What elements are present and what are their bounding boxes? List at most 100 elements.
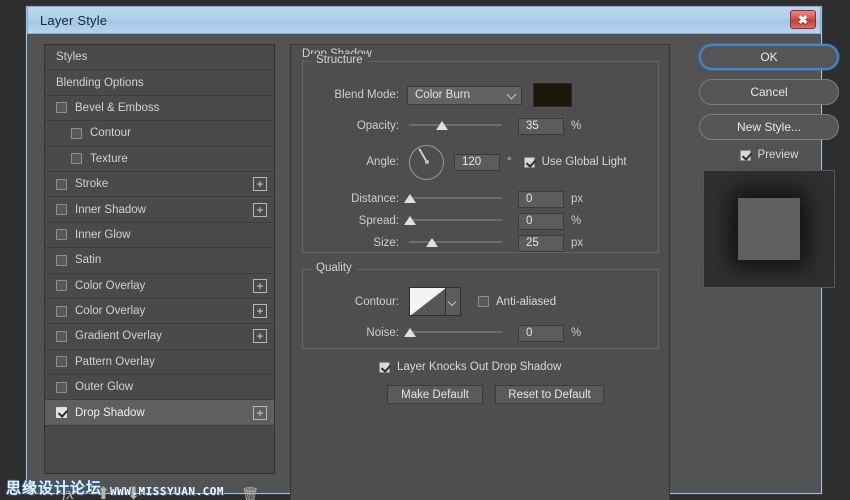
checkbox-icon[interactable] xyxy=(56,306,67,317)
distance-input[interactable]: 0 xyxy=(518,191,564,208)
style-list-item-label: Inner Glow xyxy=(75,229,131,241)
slider-thumb[interactable] xyxy=(436,121,448,130)
checkbox-icon[interactable] xyxy=(56,229,67,240)
preview-label: Preview xyxy=(758,149,799,161)
noise-input[interactable]: 0 xyxy=(518,325,564,342)
style-list-item[interactable]: Color Overlay+ xyxy=(45,299,274,324)
slider-track xyxy=(409,240,502,243)
style-list-item-label: Satin xyxy=(75,254,101,266)
checkbox-icon[interactable] xyxy=(56,204,67,215)
style-list-item-label: Texture xyxy=(90,153,128,165)
contour-thumbnail[interactable] xyxy=(409,287,446,316)
layer-style-dialog: Layer Style ✖ StylesBlending OptionsBeve… xyxy=(26,6,822,494)
reset-to-default-button[interactable]: Reset to Default xyxy=(495,385,604,404)
distance-row: Distance: 0 px xyxy=(313,190,649,208)
size-row: Size: 25 px xyxy=(313,234,649,252)
style-list-item[interactable]: Color Overlay+ xyxy=(45,274,274,299)
checkbox-icon[interactable] xyxy=(56,356,67,367)
style-list-item[interactable]: Blending Options xyxy=(45,70,274,95)
add-effect-icon[interactable]: + xyxy=(253,177,267,191)
distance-label: Distance: xyxy=(313,193,399,205)
make-default-button[interactable]: Make Default xyxy=(387,385,483,404)
preview-checkbox[interactable]: Preview xyxy=(699,149,839,161)
close-icon[interactable]: ✖ xyxy=(790,10,816,29)
move-down-icon[interactable]: ⬇ xyxy=(127,484,141,500)
style-list-item[interactable]: Styles xyxy=(45,45,274,70)
style-list-item[interactable]: Bevel & Emboss xyxy=(45,96,274,121)
structure-group: Structure Blend Mode: Color Burn Opacity… xyxy=(302,61,659,253)
blend-mode-select[interactable]: Color Burn xyxy=(407,86,522,105)
spread-slider[interactable] xyxy=(409,214,502,228)
checkbox-icon[interactable] xyxy=(56,382,67,393)
opacity-input[interactable]: 35 xyxy=(518,118,564,135)
preview-thumbnail xyxy=(703,170,835,288)
contour-dropdown-button[interactable] xyxy=(446,287,461,316)
style-list-item[interactable]: Gradient Overlay+ xyxy=(45,324,274,349)
style-list-item-label: Blending Options xyxy=(56,77,144,89)
noise-slider[interactable] xyxy=(409,326,502,340)
style-list-item-label: Bevel & Emboss xyxy=(75,102,159,114)
angle-dial[interactable] xyxy=(409,145,444,180)
move-up-icon[interactable]: ⬆ xyxy=(96,484,110,500)
checkbox-icon[interactable] xyxy=(56,280,67,291)
add-effect-icon[interactable]: + xyxy=(253,304,267,318)
add-effect-icon[interactable]: + xyxy=(253,279,267,293)
style-list-item[interactable]: Contour xyxy=(45,121,274,146)
fx-icon[interactable]: fx xyxy=(62,484,74,500)
spread-input[interactable]: 0 xyxy=(518,213,564,230)
style-list-item-label: Drop Shadow xyxy=(75,407,145,419)
anti-aliased-label: Anti-aliased xyxy=(496,296,556,308)
layer-knocks-out-checkbox[interactable]: Layer Knocks Out Drop Shadow xyxy=(379,361,561,373)
style-list-item[interactable]: Drop Shadow + xyxy=(45,400,274,425)
slider-thumb[interactable] xyxy=(404,194,416,203)
size-input[interactable]: 25 xyxy=(518,235,564,252)
opacity-slider[interactable] xyxy=(409,119,502,133)
contour-picker[interactable] xyxy=(409,287,461,316)
cancel-button[interactable]: Cancel xyxy=(699,79,839,105)
blend-mode-value: Color Burn xyxy=(415,89,470,101)
checkbox-icon[interactable] xyxy=(56,102,67,113)
ok-button[interactable]: OK xyxy=(699,44,839,70)
style-list-item[interactable]: Inner Glow xyxy=(45,223,274,248)
styles-list: Styles Blending Options Bevel & Emboss Cont… xyxy=(45,45,274,426)
style-list-item[interactable]: Satin xyxy=(45,248,274,273)
style-list-item[interactable]: Outer Glow xyxy=(45,375,274,400)
slider-thumb[interactable] xyxy=(404,216,416,225)
angle-unit: ° xyxy=(507,156,512,168)
size-slider[interactable] xyxy=(409,236,502,250)
anti-aliased-checkbox[interactable]: Anti-aliased xyxy=(478,296,556,308)
checkbox-icon[interactable] xyxy=(56,407,67,418)
style-list-item[interactable]: Inner Shadow+ xyxy=(45,197,274,222)
use-global-light-checkbox[interactable]: Use Global Light xyxy=(524,156,627,168)
new-style-button[interactable]: New Style... xyxy=(699,114,839,140)
blend-mode-row: Blend Mode: Color Burn xyxy=(313,86,649,104)
contour-curve-icon xyxy=(410,288,446,316)
screen: Layer Style ✖ StylesBlending OptionsBeve… xyxy=(0,0,850,500)
add-effect-icon[interactable]: + xyxy=(253,329,267,343)
structure-legend: Structure xyxy=(311,54,368,66)
checkbox-icon[interactable] xyxy=(56,331,67,342)
style-list-item-label: Contour xyxy=(90,127,131,139)
slider-track xyxy=(409,330,502,333)
slider-thumb[interactable] xyxy=(426,238,438,247)
checkbox-icon xyxy=(478,296,489,307)
slider-thumb[interactable] xyxy=(404,328,416,337)
checkbox-icon[interactable] xyxy=(56,255,67,266)
checkbox-icon xyxy=(740,150,751,161)
noise-label: Noise: xyxy=(313,327,399,339)
checkbox-icon xyxy=(379,362,390,373)
shadow-color-swatch[interactable] xyxy=(533,83,572,107)
style-list-item[interactable]: Stroke+ xyxy=(45,172,274,197)
trash-icon[interactable]: 🗑 xyxy=(241,486,259,500)
checkbox-icon[interactable] xyxy=(71,153,82,164)
distance-slider[interactable] xyxy=(409,192,502,206)
style-list-item[interactable]: Texture xyxy=(45,147,274,172)
add-effect-icon[interactable]: + xyxy=(253,203,267,217)
style-list-item[interactable]: Pattern Overlay xyxy=(45,350,274,375)
checkbox-icon[interactable] xyxy=(56,179,67,190)
checkbox-icon[interactable] xyxy=(71,128,82,139)
slider-track xyxy=(409,196,502,199)
angle-input[interactable]: 120 xyxy=(454,154,500,171)
add-effect-icon[interactable]: + xyxy=(253,406,267,420)
spread-row: Spread: 0 % xyxy=(313,212,649,230)
